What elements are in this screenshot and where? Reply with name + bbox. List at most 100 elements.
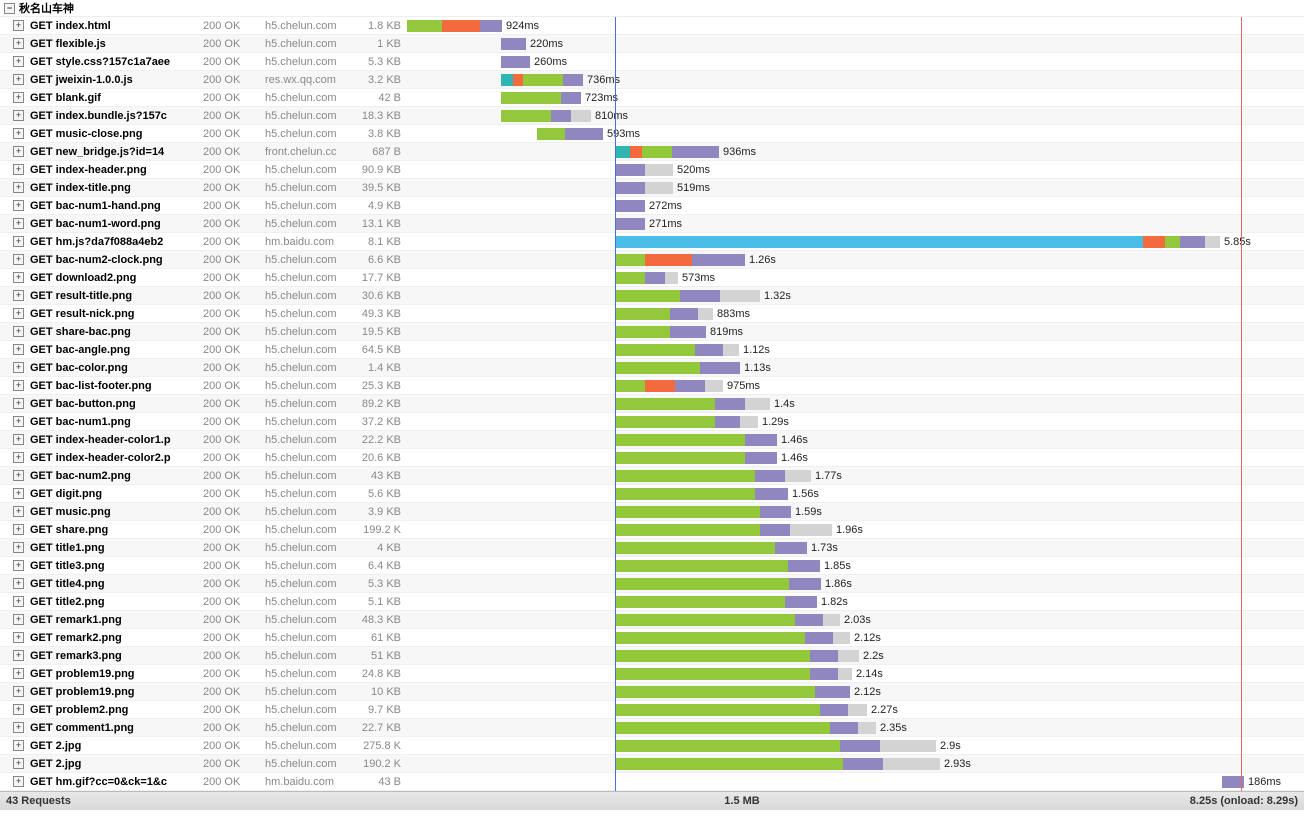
expand-icon[interactable]: + [13, 362, 24, 373]
expand-icon[interactable]: + [13, 38, 24, 49]
request-row[interactable]: +GET bac-num2-clock.png200 OKh5.chelun.c… [0, 251, 1304, 269]
timing-bar[interactable]: 736ms [501, 74, 620, 86]
request-row[interactable]: +GET bac-color.png200 OKh5.chelun.com1.4… [0, 359, 1304, 377]
request-row[interactable]: +GET bac-num1-word.png200 OKh5.chelun.co… [0, 215, 1304, 233]
request-row[interactable]: +GET hm.gif?cc=0&ck=1&c200 OKhm.baidu.co… [0, 773, 1304, 791]
timing-bar[interactable]: 1.96s [615, 524, 863, 536]
timing-bar[interactable]: 2.14s [615, 668, 883, 680]
timing-bar[interactable]: 520ms [615, 164, 710, 176]
request-row[interactable]: +GET 2.jpg200 OKh5.chelun.com275.8 K2.9s [0, 737, 1304, 755]
timing-bar[interactable]: 810ms [501, 110, 628, 122]
request-row[interactable]: +GET bac-num1.png200 OKh5.chelun.com37.2… [0, 413, 1304, 431]
timing-bar[interactable]: 975ms [615, 380, 760, 392]
expand-icon[interactable]: + [13, 524, 24, 535]
request-row[interactable]: +GET index.html200 OKh5.chelun.com1.8 KB… [0, 17, 1304, 35]
expand-icon[interactable]: + [13, 452, 24, 463]
timing-bar[interactable]: 1.32s [615, 290, 791, 302]
expand-icon[interactable]: + [13, 614, 24, 625]
request-row[interactable]: +GET share.png200 OKh5.chelun.com199.2 K… [0, 521, 1304, 539]
timing-bar[interactable]: 1.73s [615, 542, 838, 554]
expand-icon[interactable]: + [13, 488, 24, 499]
expand-icon[interactable]: + [13, 236, 24, 247]
expand-icon[interactable]: + [13, 344, 24, 355]
request-row[interactable]: +GET download2.png200 OKh5.chelun.com17.… [0, 269, 1304, 287]
timing-bar[interactable]: 2.12s [615, 632, 881, 644]
expand-icon[interactable]: + [13, 542, 24, 553]
request-row[interactable]: +GET index-header.png200 OKh5.chelun.com… [0, 161, 1304, 179]
request-row[interactable]: +GET digit.png200 OKh5.chelun.com5.6 KB1… [0, 485, 1304, 503]
request-row[interactable]: +GET 2.jpg200 OKh5.chelun.com190.2 K2.93… [0, 755, 1304, 773]
expand-icon[interactable]: + [13, 722, 24, 733]
timing-bar[interactable]: 1.4s [615, 398, 795, 410]
expand-icon[interactable]: + [13, 560, 24, 571]
expand-icon[interactable]: + [13, 686, 24, 697]
request-row[interactable]: +GET flexible.js200 OKh5.chelun.com1 KB2… [0, 35, 1304, 53]
timing-bar[interactable]: 1.26s [615, 254, 776, 266]
request-row[interactable]: +GET style.css?157c1a7aee200 OKh5.chelun… [0, 53, 1304, 71]
request-row[interactable]: +GET remark2.png200 OKh5.chelun.com61 KB… [0, 629, 1304, 647]
expand-icon[interactable]: + [13, 20, 24, 31]
expand-icon[interactable]: + [13, 200, 24, 211]
expand-icon[interactable]: + [13, 272, 24, 283]
collapse-icon[interactable]: − [4, 3, 15, 14]
expand-icon[interactable]: + [13, 506, 24, 517]
request-row[interactable]: +GET index-header-color2.p200 OKh5.chelu… [0, 449, 1304, 467]
expand-icon[interactable]: + [13, 128, 24, 139]
expand-icon[interactable]: + [13, 668, 24, 679]
expand-icon[interactable]: + [13, 578, 24, 589]
request-row[interactable]: +GET remark1.png200 OKh5.chelun.com48.3 … [0, 611, 1304, 629]
request-row[interactable]: +GET problem19.png200 OKh5.chelun.com24.… [0, 665, 1304, 683]
timing-bar[interactable]: 186ms [1222, 776, 1281, 788]
expand-icon[interactable]: + [13, 146, 24, 157]
timing-bar[interactable]: 883ms [615, 308, 750, 320]
request-row[interactable]: +GET bac-num1-hand.png200 OKh5.chelun.co… [0, 197, 1304, 215]
timing-bar[interactable]: 1.46s [615, 434, 808, 446]
expand-icon[interactable]: + [13, 56, 24, 67]
timing-bar[interactable]: 260ms [501, 56, 567, 68]
expand-icon[interactable]: + [13, 182, 24, 193]
request-row[interactable]: +GET hm.js?da7f088a4eb2200 OKhm.baidu.co… [0, 233, 1304, 251]
request-row[interactable]: +GET title3.png200 OKh5.chelun.com6.4 KB… [0, 557, 1304, 575]
request-row[interactable]: +GET index.bundle.js?157c200 OKh5.chelun… [0, 107, 1304, 125]
expand-icon[interactable]: + [13, 290, 24, 301]
request-row[interactable]: +GET problem19.png200 OKh5.chelun.com10 … [0, 683, 1304, 701]
timing-bar[interactable]: 1.59s [615, 506, 822, 518]
timing-bar[interactable]: 573ms [615, 272, 715, 284]
timing-bar[interactable]: 271ms [615, 218, 682, 230]
request-row[interactable]: +GET bac-num2.png200 OKh5.chelun.com43 K… [0, 467, 1304, 485]
request-row[interactable]: +GET bac-angle.png200 OKh5.chelun.com64.… [0, 341, 1304, 359]
request-row[interactable]: +GET title1.png200 OKh5.chelun.com4 KB1.… [0, 539, 1304, 557]
expand-icon[interactable]: + [13, 380, 24, 391]
timing-bar[interactable]: 1.86s [615, 578, 852, 590]
timing-bar[interactable]: 1.82s [615, 596, 848, 608]
timing-bar[interactable]: 819ms [615, 326, 743, 338]
timing-bar[interactable]: 2.35s [615, 722, 907, 734]
timing-bar[interactable]: 2.93s [615, 758, 971, 770]
timing-bar[interactable]: 936ms [615, 146, 756, 158]
request-row[interactable]: +GET share-bac.png200 OKh5.chelun.com19.… [0, 323, 1304, 341]
request-row[interactable]: +GET music.png200 OKh5.chelun.com3.9 KB1… [0, 503, 1304, 521]
timing-bar[interactable]: 220ms [501, 38, 563, 50]
expand-icon[interactable]: + [13, 758, 24, 769]
request-row[interactable]: +GET music-close.png200 OKh5.chelun.com3… [0, 125, 1304, 143]
timing-bar[interactable]: 1.12s [615, 344, 770, 356]
expand-icon[interactable]: + [13, 218, 24, 229]
request-row[interactable]: +GET result-title.png200 OKh5.chelun.com… [0, 287, 1304, 305]
expand-icon[interactable]: + [13, 650, 24, 661]
expand-icon[interactable]: + [13, 596, 24, 607]
timing-bar[interactable]: 2.27s [615, 704, 898, 716]
group-header[interactable]: − 秋名山车神 [0, 0, 1304, 17]
request-row[interactable]: +GET title4.png200 OKh5.chelun.com5.3 KB… [0, 575, 1304, 593]
request-row[interactable]: +GET bac-list-footer.png200 OKh5.chelun.… [0, 377, 1304, 395]
timing-bar[interactable]: 1.29s [615, 416, 789, 428]
request-row[interactable]: +GET index-title.png200 OKh5.chelun.com3… [0, 179, 1304, 197]
expand-icon[interactable]: + [13, 254, 24, 265]
expand-icon[interactable]: + [13, 326, 24, 337]
expand-icon[interactable]: + [13, 632, 24, 643]
expand-icon[interactable]: + [13, 164, 24, 175]
timing-bar[interactable]: 2.9s [615, 740, 961, 752]
request-row[interactable]: +GET index-header-color1.p200 OKh5.chelu… [0, 431, 1304, 449]
timing-bar[interactable]: 723ms [501, 92, 618, 104]
request-row[interactable]: +GET result-nick.png200 OKh5.chelun.com4… [0, 305, 1304, 323]
request-row[interactable]: +GET remark3.png200 OKh5.chelun.com51 KB… [0, 647, 1304, 665]
